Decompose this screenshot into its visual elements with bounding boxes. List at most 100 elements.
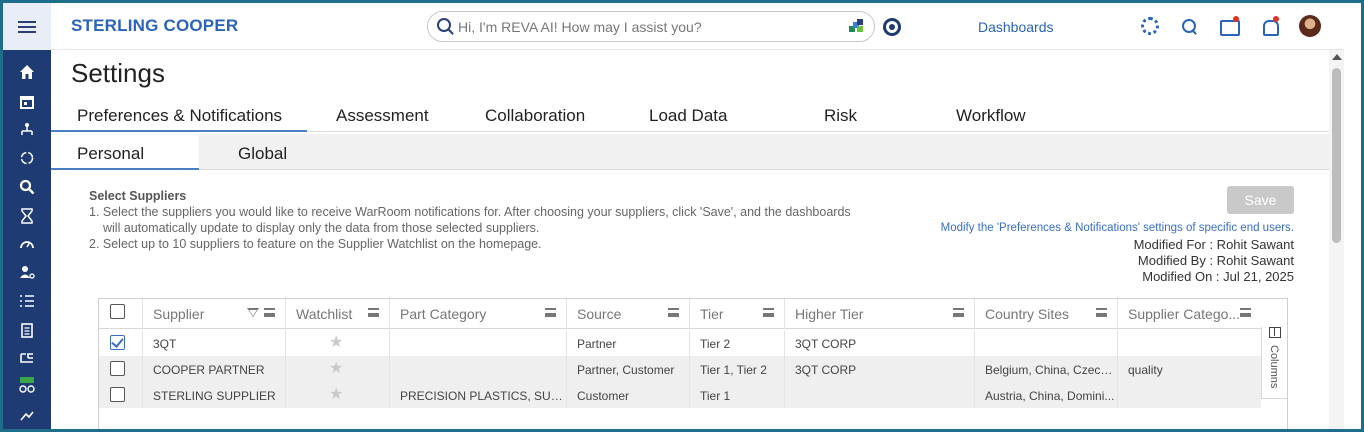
columns-side-panel-toggle[interactable]: Columns [1261, 327, 1287, 399]
row-select-cell [99, 330, 142, 356]
watchlist-star-icon[interactable]: ★ [329, 335, 343, 351]
handshake-icon[interactable] [17, 406, 37, 426]
gauge-icon[interactable] [17, 234, 37, 254]
part-category-cell: PRECISION PLASTICS, SUPP... [389, 382, 566, 408]
column-header-supplier-category[interactable]: Supplier Catego... [1117, 299, 1261, 329]
column-menu-icon[interactable] [368, 308, 379, 317]
save-button[interactable]: Save [1227, 186, 1294, 214]
settings-gear-icon[interactable] [1140, 16, 1160, 36]
reva-logo-icon[interactable] [883, 18, 901, 36]
supplier-category-cell [1117, 330, 1261, 356]
watchlist-cell: ★ [285, 330, 389, 356]
hourglass-icon[interactable] [17, 206, 37, 226]
vertical-scrollbar[interactable] [1329, 50, 1344, 429]
table-row[interactable]: STERLING SUPPLIER ★ PRECISION PLASTICS, … [99, 382, 1261, 408]
calendar-icon[interactable] [17, 92, 37, 112]
watchlist-cell: ★ [285, 356, 389, 382]
settings-main: Settings Preferences & Notifications Ass… [51, 50, 1329, 429]
reva-search-input[interactable] [458, 17, 838, 37]
instruction-line: 2. Select up to 10 suppliers to feature … [89, 237, 542, 251]
list-icon[interactable] [17, 291, 37, 311]
home-icon[interactable] [17, 62, 37, 82]
table-row[interactable]: 3QT ★ Partner Tier 2 3QT CORP [99, 330, 1261, 356]
modified-by-text: Modified By : Rohit Sawant [1137, 253, 1294, 268]
app-frame: STERLING COOPER Dashboards [0, 0, 1364, 432]
tab-workflow[interactable]: Workflow [956, 106, 1026, 126]
supplier-cell: COOPER PARTNER [142, 356, 285, 382]
watchlist-cell: ★ [285, 382, 389, 408]
select-all-checkbox[interactable] [110, 304, 125, 319]
column-header-label: Tier [700, 306, 724, 322]
search-person-icon[interactable] [17, 177, 37, 197]
new-network-icon[interactable] [17, 376, 37, 396]
tab-preferences-notifications[interactable]: Preferences & Notifications [77, 106, 282, 126]
column-menu-icon[interactable] [1096, 308, 1107, 317]
watchlist-star-icon[interactable]: ★ [329, 387, 343, 403]
suppliers-grid: Supplier Watchlist Part Category Source [98, 298, 1288, 429]
supplier-category-cell: quality [1117, 356, 1261, 382]
column-header-label: Higher Tier [795, 306, 864, 322]
tab-global[interactable]: Global [238, 144, 287, 164]
column-menu-icon[interactable] [264, 308, 275, 317]
watchlist-star-icon[interactable]: ★ [329, 361, 343, 377]
row-checkbox[interactable] [110, 361, 125, 376]
column-menu-icon[interactable] [953, 308, 964, 317]
clipboard-icon[interactable] [17, 320, 37, 340]
columns-icon [1269, 327, 1281, 338]
tab-personal[interactable]: Personal [77, 144, 144, 164]
reva-search-bar[interactable] [427, 11, 875, 42]
search-icon[interactable] [1179, 16, 1199, 36]
column-header-part-category[interactable]: Part Category [389, 299, 566, 329]
tier-cell: Tier 2 [689, 330, 784, 356]
tab-assessment[interactable]: Assessment [336, 106, 429, 126]
column-header-supplier[interactable]: Supplier [142, 299, 285, 329]
hierarchy-icon[interactable] [17, 120, 37, 140]
window-edge [1344, 3, 1361, 429]
supplier-category-cell [1117, 382, 1261, 408]
tab-risk[interactable]: Risk [824, 106, 857, 126]
org-chart-icon[interactable] [17, 348, 37, 368]
refresh-icon[interactable] [17, 148, 37, 168]
user-avatar[interactable] [1299, 15, 1321, 37]
row-checkbox[interactable] [110, 387, 125, 402]
hamburger-icon [18, 20, 36, 33]
column-menu-icon[interactable] [763, 308, 774, 317]
menu-toggle-button[interactable] [3, 3, 51, 50]
column-menu-icon[interactable] [668, 308, 679, 317]
modified-on-text: Modified On : Jul 21, 2025 [1142, 269, 1294, 284]
grid-header: Supplier Watchlist Part Category Source [99, 299, 1261, 329]
modify-end-users-link[interactable]: Modify the 'Preferences & Notifications'… [941, 222, 1294, 234]
part-category-cell [389, 356, 566, 382]
primary-tab-bar: Preferences & Notifications Assessment C… [51, 96, 1329, 132]
tab-collaboration[interactable]: Collaboration [485, 106, 585, 126]
instruction-line: 1. Select the suppliers you would like t… [89, 205, 851, 219]
scroll-up-icon[interactable] [1332, 54, 1342, 60]
unread-dot [1233, 16, 1239, 22]
tab-load-data[interactable]: Load Data [649, 106, 727, 126]
country-sites-cell: Austria, China, Domini... [974, 382, 1117, 408]
tier-cell: Tier 1 [689, 382, 784, 408]
column-header-tier[interactable]: Tier [689, 299, 784, 329]
instructions-block: Select Suppliers 1. Select the suppliers… [89, 188, 851, 252]
column-header-country-sites[interactable]: Country Sites [974, 299, 1117, 329]
notifications-bell-icon[interactable] [1259, 16, 1279, 36]
column-menu-icon[interactable] [1240, 308, 1251, 317]
filter-icon[interactable] [247, 308, 259, 317]
dashboards-link[interactable]: Dashboards [978, 19, 1054, 35]
column-menu-icon[interactable] [545, 308, 556, 317]
column-header-label: Part Category [400, 306, 487, 322]
brand-name: STERLING COOPER [71, 16, 239, 35]
user-settings-icon[interactable] [17, 262, 37, 282]
messages-icon[interactable] [1218, 16, 1240, 36]
reva-assistant-icon[interactable] [849, 19, 864, 34]
columns-panel-label: Columns [1268, 345, 1280, 389]
row-checkbox[interactable] [110, 335, 125, 350]
column-header-label: Watchlist [296, 306, 353, 322]
column-header-higher-tier[interactable]: Higher Tier [784, 299, 974, 329]
scrollbar-thumb[interactable] [1332, 68, 1341, 243]
instruction-line: will automatically update to display onl… [103, 221, 540, 235]
column-header-watchlist[interactable]: Watchlist [285, 299, 389, 329]
row-select-cell [99, 382, 142, 408]
table-row[interactable]: COOPER PARTNER ★ Partner, Customer Tier … [99, 356, 1261, 382]
column-header-source[interactable]: Source [566, 299, 689, 329]
